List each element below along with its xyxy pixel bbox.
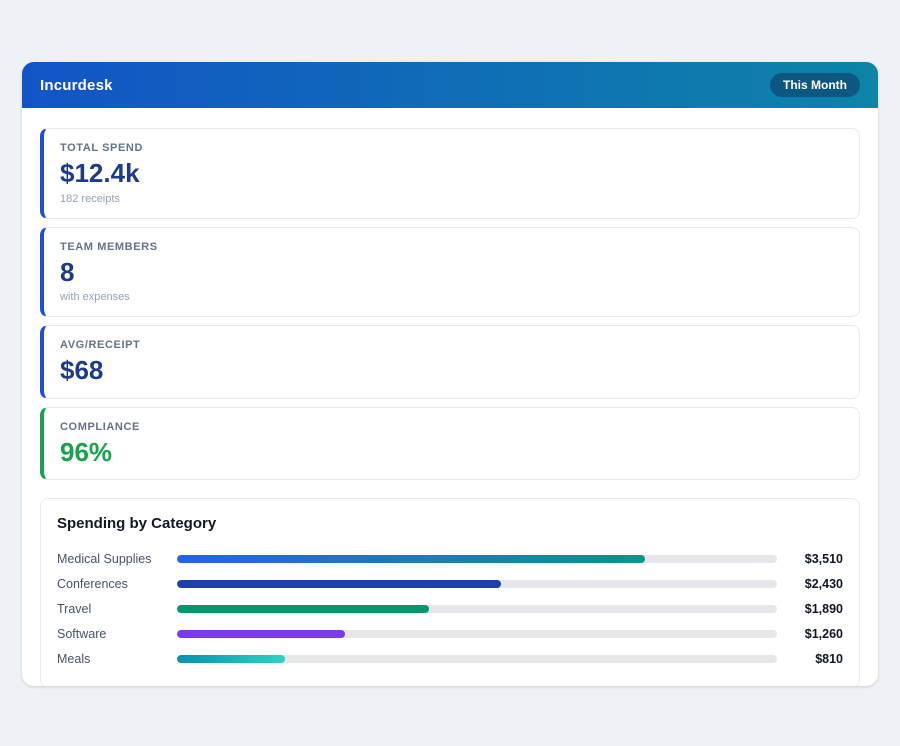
stat-value: $68 bbox=[60, 356, 843, 385]
category-bar-track bbox=[177, 555, 777, 563]
category-row: Travel $1,890 bbox=[57, 596, 843, 621]
category-label: Medical Supplies bbox=[57, 552, 177, 566]
stat-card-compliance: COMPLIANCE 96% bbox=[40, 407, 860, 481]
stat-label: COMPLIANCE bbox=[60, 421, 843, 433]
category-bar-fill bbox=[177, 655, 285, 663]
category-label: Meals bbox=[57, 652, 177, 666]
chart-title: Spending by Category bbox=[57, 515, 843, 532]
stat-value: 8 bbox=[60, 258, 843, 287]
stat-label: TOTAL SPEND bbox=[60, 142, 843, 154]
dashboard-card: Incurdesk This Month TOTAL SPEND $12.4k … bbox=[22, 62, 878, 686]
app-header: Incurdesk This Month bbox=[22, 62, 878, 108]
stat-label: AVG/RECEIPT bbox=[60, 339, 843, 351]
stats-list: TOTAL SPEND $12.4k 182 receipts TEAM MEM… bbox=[40, 128, 860, 480]
category-bar-fill bbox=[177, 555, 645, 563]
app-title: Incurdesk bbox=[40, 77, 113, 94]
category-label: Travel bbox=[57, 602, 177, 616]
category-row: Medical Supplies $3,510 bbox=[57, 546, 843, 571]
spending-by-category-card: Spending by Category Medical Supplies $3… bbox=[40, 498, 860, 686]
category-row: Conferences $2,430 bbox=[57, 571, 843, 596]
dashboard-content: TOTAL SPEND $12.4k 182 receipts TEAM MEM… bbox=[22, 108, 878, 686]
category-value: $2,430 bbox=[777, 577, 843, 591]
stat-card-team-members: TEAM MEMBERS 8 with expenses bbox=[40, 227, 860, 318]
category-value: $3,510 bbox=[777, 552, 843, 566]
category-value: $1,260 bbox=[777, 627, 843, 641]
category-bar-track bbox=[177, 580, 777, 588]
category-bar-fill bbox=[177, 580, 501, 588]
category-row: Software $1,260 bbox=[57, 621, 843, 646]
category-bar-fill bbox=[177, 605, 429, 613]
period-badge[interactable]: This Month bbox=[770, 73, 860, 97]
page-background: { "header": { "app_title": "Incurdesk", … bbox=[0, 0, 900, 746]
stat-value: 96% bbox=[60, 438, 843, 467]
stat-value: $12.4k bbox=[60, 159, 843, 188]
category-label: Software bbox=[57, 627, 177, 641]
category-value: $1,890 bbox=[777, 602, 843, 616]
category-bar-chart: Medical Supplies $3,510 Conferences $2,4… bbox=[57, 546, 843, 671]
category-bar-track bbox=[177, 605, 777, 613]
stat-card-total-spend: TOTAL SPEND $12.4k 182 receipts bbox=[40, 128, 860, 219]
category-value: $810 bbox=[777, 652, 843, 666]
stat-subtext: 182 receipts bbox=[60, 193, 843, 205]
category-label: Conferences bbox=[57, 577, 177, 591]
category-bar-track bbox=[177, 630, 777, 638]
category-bar-track bbox=[177, 655, 777, 663]
stat-card-avg-receipt: AVG/RECEIPT $68 bbox=[40, 325, 860, 399]
category-bar-fill bbox=[177, 630, 345, 638]
stat-label: TEAM MEMBERS bbox=[60, 241, 843, 253]
category-row: Meals $810 bbox=[57, 646, 843, 671]
stat-subtext: with expenses bbox=[60, 291, 843, 303]
